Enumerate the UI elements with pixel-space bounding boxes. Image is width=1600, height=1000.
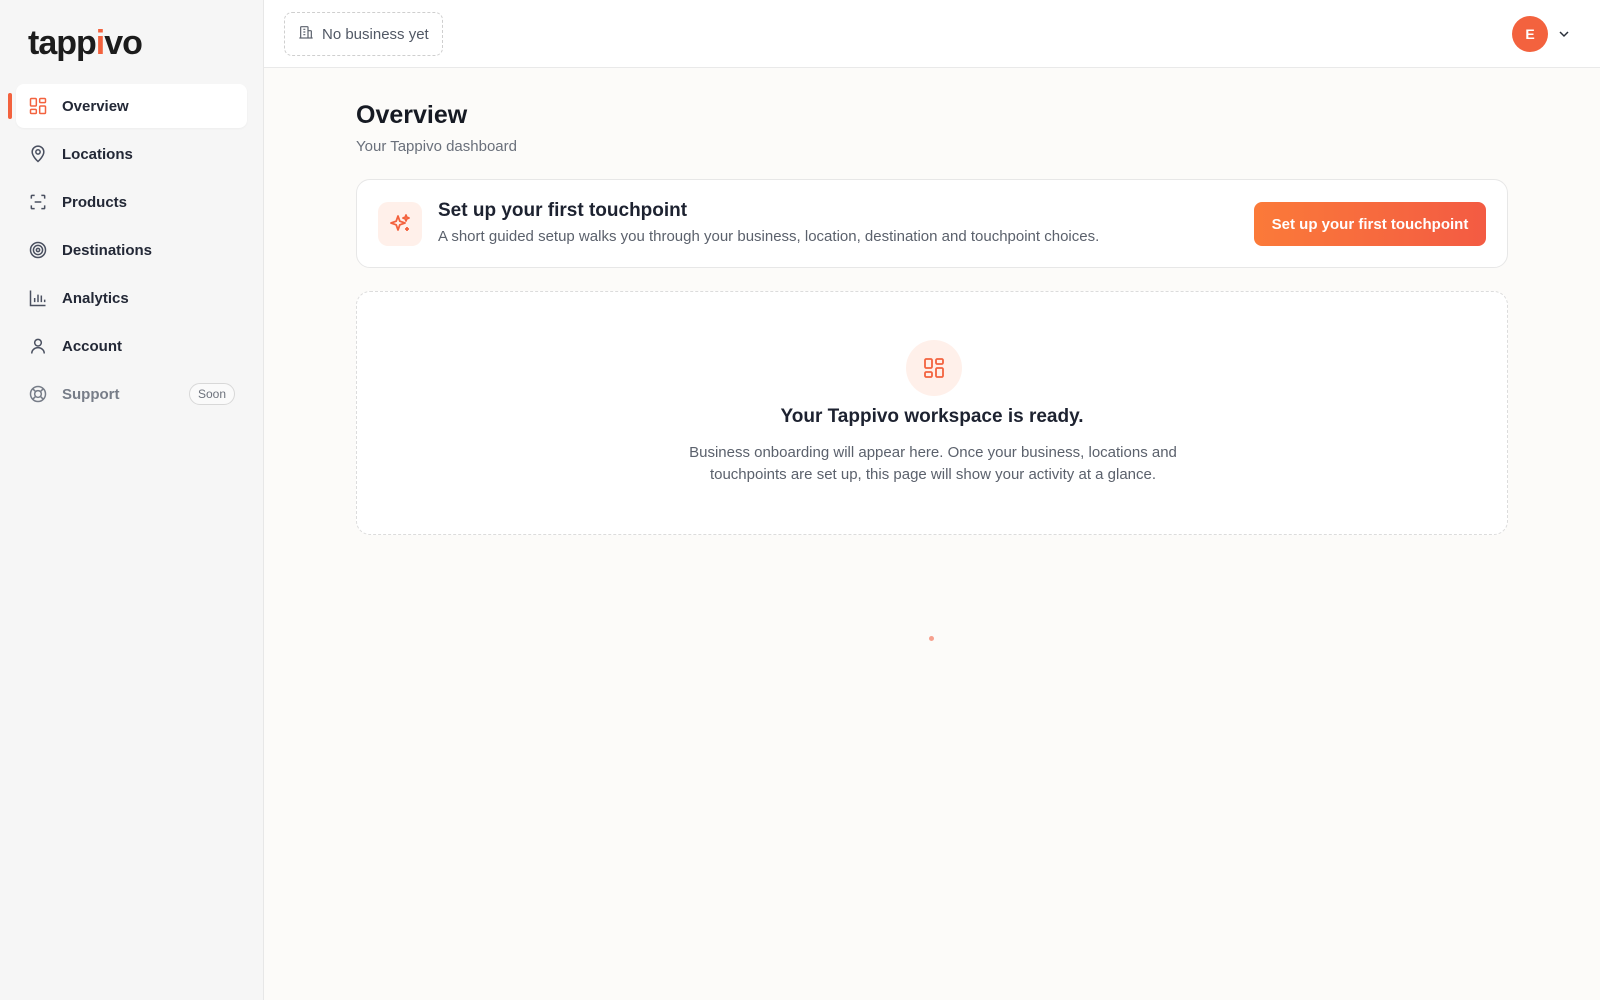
business-selector[interactable]: No business yet bbox=[284, 12, 443, 56]
sidebar-item-label: Locations bbox=[62, 145, 133, 163]
empty-state-card: Your Tappivo workspace is ready. Busines… bbox=[356, 291, 1508, 535]
scan-frame-icon bbox=[28, 192, 48, 212]
grid-icon bbox=[28, 96, 48, 116]
main-content: Overview Your Tappivo dashboard Set up y… bbox=[356, 100, 1508, 535]
sidebar-item-destinations[interactable]: Destinations bbox=[16, 228, 247, 272]
tappivo-logo[interactable]: tappivo bbox=[28, 24, 143, 63]
empty-state-description: Business onboarding will appear here. On… bbox=[689, 444, 1177, 483]
grid-icon bbox=[906, 340, 962, 396]
page-subtitle: Your Tappivo dashboard bbox=[356, 138, 517, 155]
avatar[interactable]: E bbox=[1512, 16, 1548, 52]
sidebar: tappivo Overview Locations Products Dest… bbox=[0, 0, 264, 1000]
setup-card-description: A short guided setup walks you through y… bbox=[438, 228, 1100, 245]
sidebar-item-locations[interactable]: Locations bbox=[16, 132, 247, 176]
sidebar-item-label: Analytics bbox=[62, 289, 129, 307]
sidebar-item-support: Support Soon bbox=[16, 372, 247, 416]
lifebuoy-icon bbox=[28, 384, 48, 404]
page-title: Overview bbox=[356, 101, 468, 129]
sidebar-nav: Overview Locations Products Destinations bbox=[8, 84, 247, 420]
user-icon bbox=[28, 336, 48, 356]
sidebar-item-label: Account bbox=[62, 337, 122, 355]
chevron-down-icon[interactable] bbox=[1556, 26, 1572, 42]
target-icon bbox=[28, 240, 48, 260]
building-icon bbox=[298, 24, 314, 44]
sidebar-item-account[interactable]: Account bbox=[16, 324, 247, 368]
setup-touchpoint-card: Set up your first touchpoint A short gui… bbox=[356, 179, 1508, 268]
empty-state-title: Your Tappivo workspace is ready. bbox=[780, 406, 1084, 427]
sidebar-item-label: Destinations bbox=[62, 241, 153, 259]
setup-touchpoint-button[interactable]: Set up your first touchpoint bbox=[1254, 202, 1486, 246]
sparkles-icon bbox=[378, 202, 422, 246]
sidebar-item-label: Products bbox=[62, 193, 128, 211]
sidebar-item-products[interactable]: Products bbox=[16, 180, 247, 224]
soon-badge: Soon bbox=[188, 383, 235, 405]
sidebar-item-overview[interactable]: Overview bbox=[8, 84, 247, 128]
top-header: No business yet E bbox=[264, 0, 1600, 68]
sidebar-item-label: Overview bbox=[62, 97, 129, 115]
map-pin-icon bbox=[28, 144, 48, 164]
bar-chart-icon bbox=[28, 288, 48, 308]
sidebar-item-label: Support bbox=[62, 385, 120, 403]
business-label: No business yet bbox=[322, 25, 429, 43]
setup-card-title: Set up your first touchpoint bbox=[438, 200, 688, 221]
sidebar-item-analytics[interactable]: Analytics bbox=[16, 276, 247, 320]
loading-indicator bbox=[929, 636, 934, 641]
